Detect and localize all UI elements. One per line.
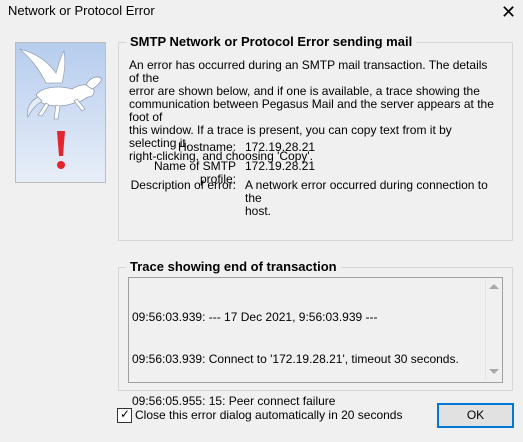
trace-scrollbar[interactable] <box>485 278 502 380</box>
trace-line: 09:56:03.939: Connect to '172.19.28.21',… <box>132 352 459 366</box>
trace-textbox[interactable]: 09:56:03.939: --- 17 Dec 2021, 9:56:03.9… <box>128 277 503 408</box>
checkmark-icon: ✓ <box>120 407 131 421</box>
auto-close-label[interactable]: Close this error dialog automatically in… <box>135 409 402 422</box>
pegasus-image-panel <box>15 42 106 183</box>
trace-line: 09:56:05.955: 15: Peer connect failure <box>132 394 336 408</box>
error-description-value: A network error occurred during connecti… <box>245 179 505 218</box>
hostname-value: 172.19.28.21 <box>245 140 316 154</box>
scroll-up-icon[interactable] <box>489 284 499 289</box>
error-value-line: A network error occurred during connecti… <box>245 178 488 205</box>
description-line: An error has occurred during an SMTP mai… <box>129 58 488 85</box>
exclamation-icon <box>57 131 65 169</box>
auto-close-checkbox[interactable]: ✓ <box>117 408 132 423</box>
scroll-down-icon[interactable] <box>489 369 499 374</box>
error-description-label: Description of error: <box>130 178 236 192</box>
ok-button[interactable]: OK <box>437 403 514 428</box>
trace-group-title: Trace showing end of transaction <box>126 259 341 274</box>
window-title: Network or Protocol Error <box>8 3 155 18</box>
close-icon: ✕ <box>500 2 517 22</box>
close-button[interactable]: ✕ <box>494 0 523 24</box>
hostname-label: Hostname: <box>177 140 236 154</box>
trace-line: 09:56:03.939: --- 17 Dec 2021, 9:56:03.9… <box>132 310 378 324</box>
smtp-error-group-title: SMTP Network or Protocol Error sending m… <box>126 34 417 49</box>
smtp-profile-value: 172.19.28.21 <box>245 159 316 173</box>
error-value-line: host. <box>245 204 272 218</box>
description-line: communication between Pegasus Mail and t… <box>129 97 494 124</box>
